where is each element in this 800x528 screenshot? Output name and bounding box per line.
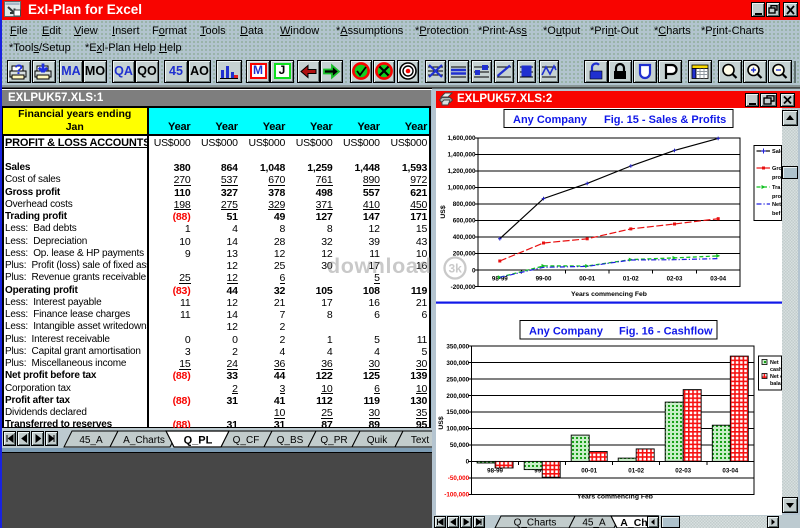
svg-text:100,000: 100,000 xyxy=(446,426,469,433)
svg-text:01-02: 01-02 xyxy=(628,467,644,474)
svg-text:Net: Net xyxy=(770,360,779,366)
svg-text:00-01: 00-01 xyxy=(581,467,597,474)
svg-text:800,000: 800,000 xyxy=(453,201,476,208)
svg-text:pro: pro xyxy=(772,194,782,200)
svg-text:Fig. 16 - Cashflow: Fig. 16 - Cashflow xyxy=(619,326,713,338)
svg-text:99-00: 99-00 xyxy=(536,276,552,283)
svg-text:Years commencing Feb: Years commencing Feb xyxy=(571,291,647,298)
svg-text:Text: Text xyxy=(411,435,430,446)
svg-text:US$: US$ xyxy=(438,416,445,429)
svg-text:pro: pro xyxy=(772,175,782,181)
svg-text:02-03: 02-03 xyxy=(675,467,691,474)
svg-text:45_A: 45_A xyxy=(79,435,103,446)
svg-text:US$: US$ xyxy=(440,205,447,218)
svg-text:250,000: 250,000 xyxy=(446,376,469,383)
svg-text:1,200,000: 1,200,000 xyxy=(447,168,476,175)
svg-text:bef: bef xyxy=(772,211,781,217)
svg-text:03-04: 03-04 xyxy=(710,276,726,283)
svg-text:Q_PL: Q_PL xyxy=(184,435,213,447)
svg-text:cash: cash xyxy=(770,367,782,373)
svg-text:1,000,000: 1,000,000 xyxy=(447,185,476,192)
svg-text:Tra: Tra xyxy=(772,185,781,191)
svg-text:Q_CF: Q_CF xyxy=(233,435,260,446)
svg-text:3k: 3k xyxy=(449,261,463,275)
svg-text:600,000: 600,000 xyxy=(453,218,476,225)
svg-text:1,400,000: 1,400,000 xyxy=(447,152,476,159)
svg-text:45_A: 45_A xyxy=(582,518,606,528)
svg-text:0: 0 xyxy=(466,459,470,466)
svg-text:Quik: Quik xyxy=(367,435,389,446)
svg-text:Net: Net xyxy=(772,202,781,208)
svg-text:03-04: 03-04 xyxy=(722,467,738,474)
svg-text:150,000: 150,000 xyxy=(446,409,469,416)
svg-text:Q_Charts: Q_Charts xyxy=(514,518,557,528)
svg-text:300,000: 300,000 xyxy=(446,360,469,367)
svg-text:1,600,000: 1,600,000 xyxy=(447,135,476,142)
svg-text:200,000: 200,000 xyxy=(446,393,469,400)
svg-text:00-01: 00-01 xyxy=(579,276,595,283)
svg-text:bala: bala xyxy=(770,381,782,387)
svg-text:Fig. 15 - Sales & Profits: Fig. 15 - Sales & Profits xyxy=(604,114,726,126)
svg-text:Any Company: Any Company xyxy=(513,114,588,126)
svg-text:-100,000: -100,000 xyxy=(444,492,469,499)
svg-text:Sale: Sale xyxy=(772,149,782,155)
svg-text:Gro: Gro xyxy=(772,166,782,172)
svg-text:400,000: 400,000 xyxy=(453,234,476,241)
svg-text:Any Company: Any Company xyxy=(529,326,604,338)
svg-text:Q_PR: Q_PR xyxy=(320,435,347,446)
svg-text:01-02: 01-02 xyxy=(623,276,639,283)
svg-text:Net c: Net c xyxy=(770,374,782,380)
svg-text:?: ? xyxy=(15,62,24,77)
svg-text:Q_BS: Q_BS xyxy=(277,435,304,446)
svg-text:-50,000: -50,000 xyxy=(448,475,470,482)
svg-text:Years commencing Feb: Years commencing Feb xyxy=(577,494,653,501)
svg-text:350,000: 350,000 xyxy=(446,343,469,350)
svg-text:02-03: 02-03 xyxy=(667,276,683,283)
svg-text:A_Charts: A_Charts xyxy=(123,435,165,446)
svg-text:50,000: 50,000 xyxy=(450,442,470,449)
svg-text:A_Ch: A_Ch xyxy=(620,517,647,528)
